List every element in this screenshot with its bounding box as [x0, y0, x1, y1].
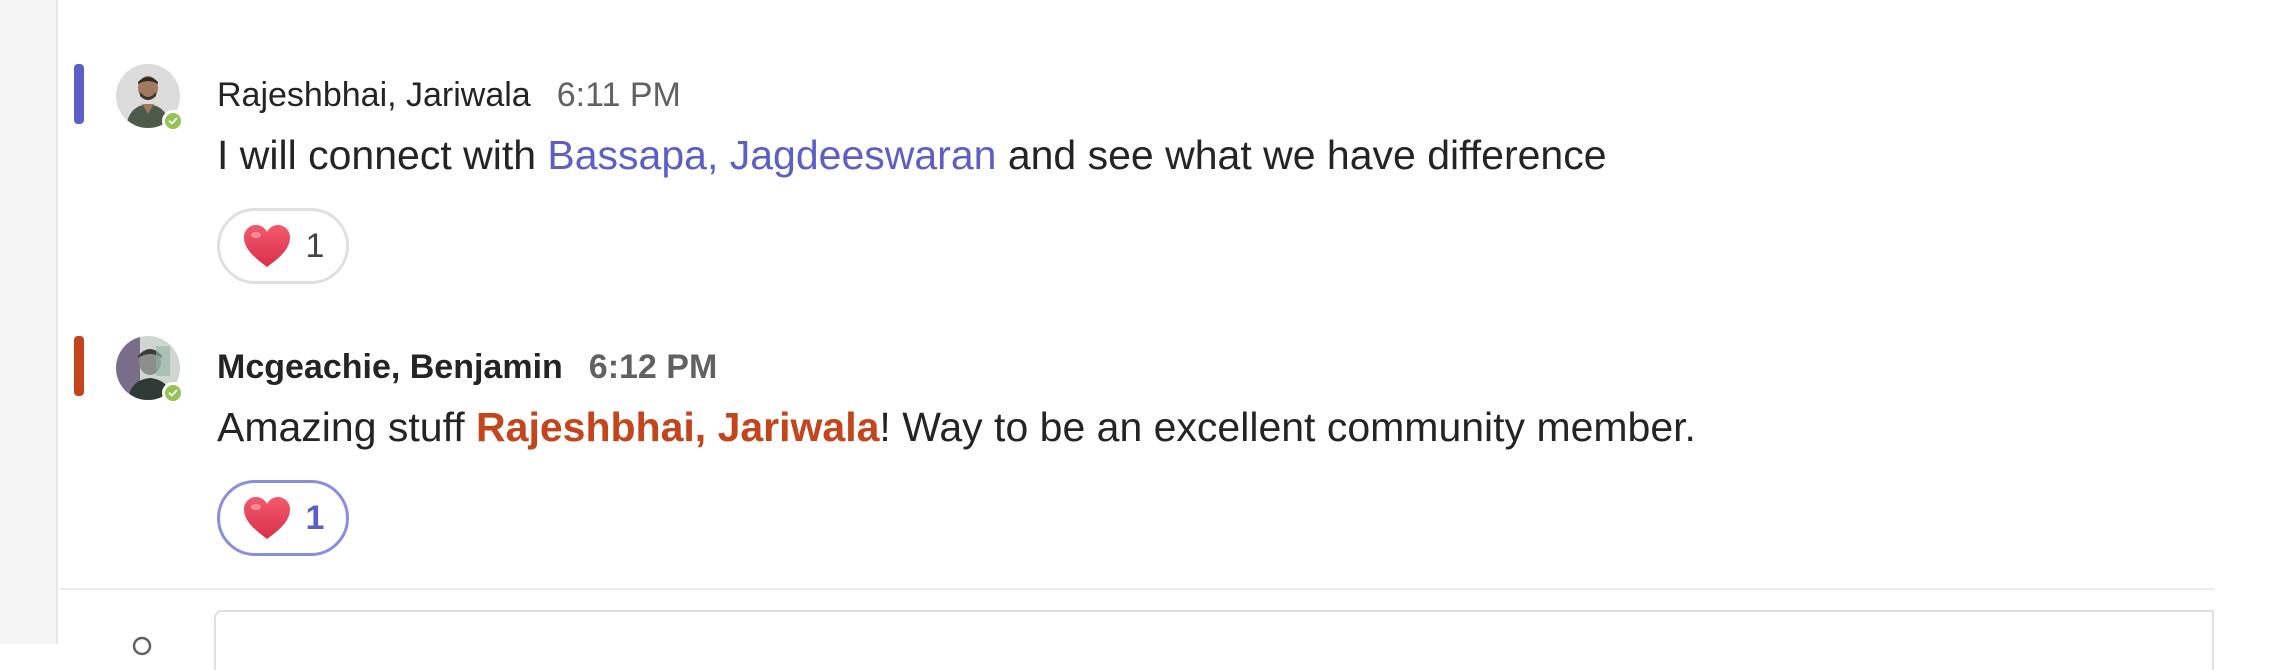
message-composer[interactable]	[214, 610, 2214, 670]
reaction-count: 1	[305, 498, 325, 537]
avatar[interactable]	[116, 64, 184, 132]
message-text: ! Way to be an excellent community membe…	[879, 404, 1696, 450]
mention-link[interactable]: Bassapa, Jagdeeswaran	[547, 132, 996, 178]
heart-reaction-button[interactable]: 1	[217, 208, 349, 284]
message-accent-bar	[74, 336, 84, 396]
heart-icon	[243, 497, 290, 539]
message-body: Amazing stuff Rajeshbhai, Jariwala! Way …	[217, 404, 1696, 451]
author-name[interactable]: Rajeshbhai, Jariwala	[217, 76, 531, 115]
message-header: Rajeshbhai, Jariwala 6:11 PM	[217, 76, 681, 116]
message-text: and see what we have difference	[996, 132, 1607, 178]
message-timestamp: 6:12 PM	[588, 348, 718, 386]
chat-message[interactable]: Rajeshbhai, Jariwala 6:11 PM I will conn…	[60, 60, 2214, 300]
right-gutter	[2214, 0, 2294, 644]
mention-self-link[interactable]: Rajeshbhai, Jariwala	[476, 404, 879, 450]
message-body: I will connect with Bassapa, Jagdeeswara…	[217, 132, 1607, 179]
presence-available-icon	[162, 110, 184, 132]
message-text: I will connect with	[217, 132, 548, 178]
chat-message[interactable]: Mcgeachie, Benjamin 6:12 PM Amazing stuf…	[60, 332, 2214, 572]
composer-divider	[60, 588, 2214, 590]
message-accent-bar	[74, 64, 84, 124]
author-name[interactable]: Mcgeachie, Benjamin	[217, 348, 563, 387]
presence-available-icon	[162, 382, 184, 404]
reaction-count: 1	[305, 226, 325, 265]
avatar[interactable]	[116, 336, 184, 404]
message-text: Amazing stuff	[217, 404, 477, 450]
message-timestamp: 6:11 PM	[556, 76, 681, 114]
heart-reaction-button[interactable]: 1	[217, 480, 349, 556]
heart-icon	[243, 225, 290, 267]
message-header: Mcgeachie, Benjamin 6:12 PM	[217, 348, 717, 388]
left-rail	[0, 0, 58, 644]
compose-icon[interactable]	[130, 634, 154, 658]
